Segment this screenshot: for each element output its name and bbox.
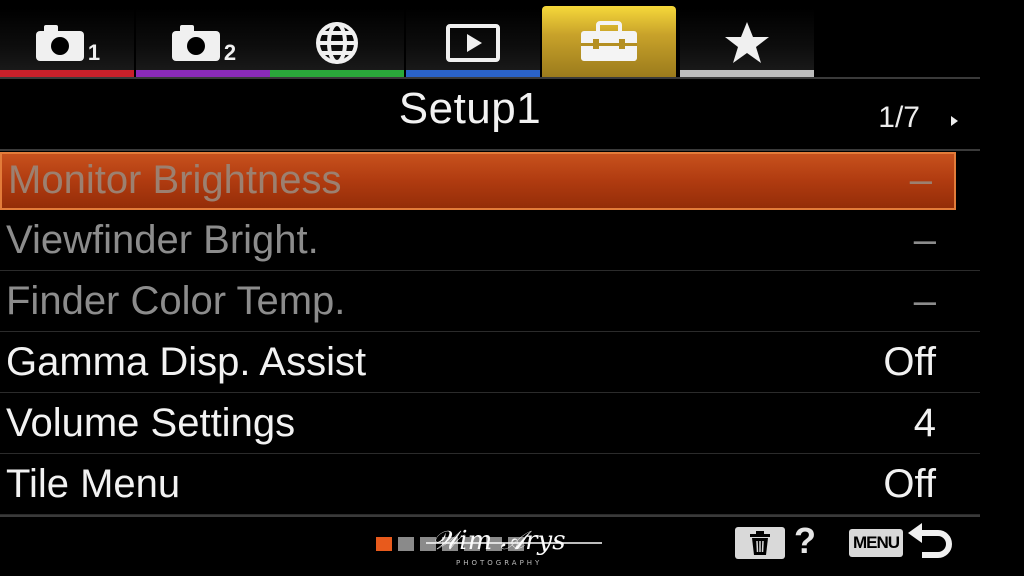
menu-key-button[interactable]: MENU [849,529,903,557]
menu-item-label: Viewfinder Bright. [6,218,319,262]
menu-item-finder-color-temp[interactable]: Finder Color Temp. – [0,273,980,332]
tab-shooting-1[interactable]: 1 [0,8,134,78]
help-button[interactable]: ? [794,520,816,562]
page-indicator: 1/7 [878,101,920,134]
menu-item-value: – [913,279,936,323]
menu-item-label: Gamma Disp. Assist [6,340,367,384]
menu-item-value: – [913,218,936,262]
menu-item-gamma-disp-assist[interactable]: Gamma Disp. Assist Off [0,334,980,393]
page-dot-active [376,537,392,551]
tab-my-menu[interactable] [680,8,814,78]
page-title: Setup1 [398,84,542,133]
menu-item-label: Tile Menu [6,462,181,506]
tab-setup[interactable] [542,6,676,78]
menu-list: Monitor Brightness – Viewfinder Bright. … [0,152,980,517]
back-arrow-icon[interactable] [908,523,954,563]
page-dot [398,537,414,551]
menu-item-value: 4 [913,401,936,445]
divider [0,149,980,151]
divider [0,77,980,79]
menu-item-viewfinder-bright[interactable]: Viewfinder Bright. – [0,212,980,271]
svg-text:𝒲im 𝒜rys: 𝒲im 𝒜rys [432,526,566,556]
tab-playback[interactable] [406,8,540,78]
menu-item-tile-menu[interactable]: Tile Menu Off [0,456,980,515]
menu-item-label: Finder Color Temp. [6,279,346,323]
tab-shooting-2[interactable]: 2 [136,8,270,78]
tab-number: 2 [223,40,237,65]
next-page-arrow-icon[interactable] [951,116,958,126]
menu-item-value: – [909,158,932,202]
camera-icon [35,25,84,61]
tab-number: 1 [87,40,101,65]
camera-icon [171,25,220,61]
star-icon [725,22,769,63]
svg-text:PHOTOGRAPHY: PHOTOGRAPHY [456,559,542,567]
menu-item-label: Volume Settings [6,401,296,445]
menu-item-volume-settings[interactable]: Volume Settings 4 [0,395,980,454]
globe-icon [316,22,358,64]
trash-icon [750,531,770,555]
menu-item-value: Off [883,340,936,384]
toolbox-icon [581,21,637,61]
watermark-logo: 𝒲im 𝒜rys PHOTOGRAPHY [426,526,602,567]
delete-button[interactable] [735,527,785,559]
menu-item-label: Monitor Brightness [8,158,342,202]
play-icon [446,24,500,62]
tab-network[interactable] [270,8,404,78]
menu-tab-bar: 1 2 [0,0,1024,78]
menu-item-value: Off [883,462,936,506]
menu-item-monitor-brightness[interactable]: Monitor Brightness – [0,152,956,210]
